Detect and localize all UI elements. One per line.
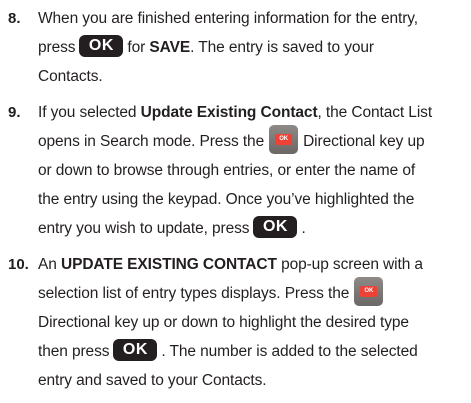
text-run: or down to browse through entries, or en… [38,162,416,179]
text-run: , the Contact List [317,104,433,121]
text-line: Contacts. [38,62,468,91]
text-run: selection list of entry types displays. … [38,285,350,302]
step-body: When you are finished entering informati… [38,4,468,91]
text-line: An UPDATE EXISTING CONTACT pop-up screen… [38,250,468,279]
text-run: then press [38,343,110,360]
directional-key-icon: OK [354,277,384,307]
manual-page: 8. When you are finished entering inform… [0,0,471,403]
text-run: Directional key up [303,133,425,150]
bold-term: Update Existing Contact [140,104,318,121]
text-line: selection list of entry types displays. … [38,277,468,308]
text-run: entry and saved to your Contacts. [38,372,267,389]
text-line: the entry using the keypad. Once you’ve … [38,185,468,214]
text-run: Contacts. [38,68,103,85]
directional-key-label: OK [275,134,293,146]
text-run: the entry using the keypad. Once you’ve … [38,191,415,208]
text-run: . The number is added to the selected [161,343,418,360]
text-line: Directional key up or down to highlight … [38,308,468,337]
text-run: . The entry is saved to your [190,39,374,56]
bold-term: SAVE [149,39,191,56]
text-line: entry you wish to update, press OK. [38,214,468,243]
step-body: An UPDATE EXISTING CONTACT pop-up screen… [38,250,468,395]
step-number: 10. [8,256,29,273]
ok-key-icon: OK [253,215,298,238]
text-line: press OK for SAVE. The entry is saved to y… [38,33,468,62]
ok-key-icon: OK [79,34,124,57]
step-body: If you selected Update Existing Contact,… [38,98,468,243]
text-run: opens in Search mode. Press the [38,133,265,150]
text-run: Directional key up or down to highlight … [38,314,409,331]
text-line: entry and saved to your Contacts. [38,366,468,395]
text-run: entry you wish to update, press [38,220,250,237]
text-line: opens in Search mode. Press the OK Directi… [38,125,468,156]
step-number: 9. [8,104,21,121]
step-number: 8. [8,10,21,27]
bold-term: UPDATE EXISTING CONTACT [60,256,277,273]
ok-key-icon: OK [113,338,158,361]
text-run: pop-up screen with a [281,256,423,273]
text-run: When you are finished entering informati… [38,10,418,27]
text-run: An [38,256,57,273]
text-line: then press OK. The number is added to the… [38,337,468,366]
text-run: for [127,39,146,56]
directional-key-icon: OK [269,125,299,155]
directional-key-label: OK [360,286,378,298]
text-run: . [301,220,306,237]
text-run: If you selected [38,104,137,121]
text-line: When you are finished entering informati… [38,4,468,33]
text-line: If you selected Update Existing Contact,… [38,98,468,127]
text-run: press [38,39,76,56]
text-line: or down to browse through entries, or en… [38,156,468,185]
